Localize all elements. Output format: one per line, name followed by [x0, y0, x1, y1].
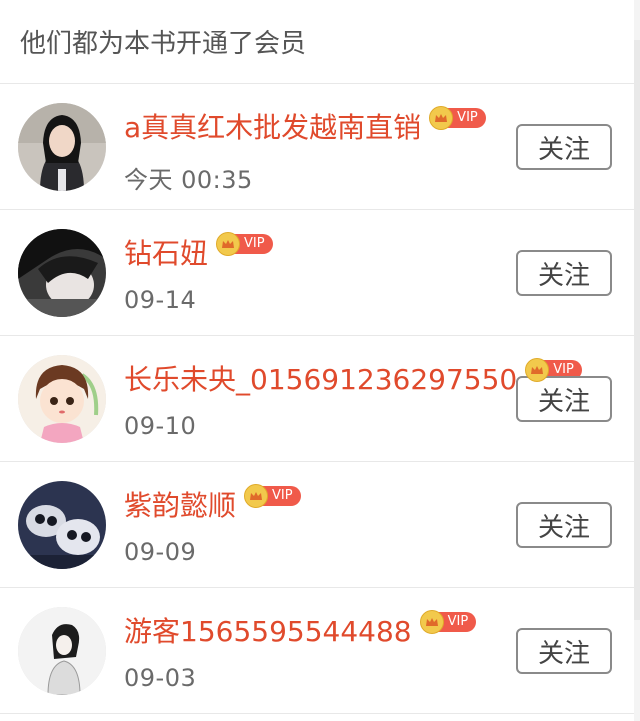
- vip-badge: VIP: [429, 106, 486, 130]
- member-name[interactable]: 游客1565595544488: [124, 610, 412, 650]
- page-header: 他们都为本书开通了会员: [0, 0, 640, 84]
- member-name[interactable]: a真真红木批发越南直销: [124, 106, 421, 146]
- member-name-line: a真真红木批发越南直销 VIP: [124, 106, 486, 146]
- crown-icon: [216, 232, 241, 256]
- member-date: 09-03: [124, 664, 197, 692]
- crown-icon: [419, 610, 444, 634]
- vip-badge: VIP: [419, 610, 477, 634]
- member-row[interactable]: 长乐未央_015691236297550 VIP 09-10 关注: [0, 336, 640, 462]
- avatar[interactable]: [18, 355, 106, 443]
- member-date: 09-14: [124, 286, 197, 314]
- crown-icon: [429, 106, 454, 130]
- avatar-photo-dark-hair: [18, 229, 106, 317]
- member-name[interactable]: 长乐未央_015691236297550: [124, 358, 517, 398]
- avatar-panda-puppies: [18, 481, 106, 569]
- member-name-line: 游客1565595544488 VIP: [124, 610, 477, 650]
- follow-button[interactable]: 关注: [516, 250, 612, 296]
- member-list: a真真红木批发越南直销 VIP 今天 00:35 关注 钻石妞 VIP 09-1…: [0, 84, 640, 714]
- avatar[interactable]: [18, 103, 106, 191]
- scrollbar[interactable]: [634, 0, 640, 721]
- member-name[interactable]: 紫韵懿顺: [124, 484, 236, 524]
- member-row[interactable]: 紫韵懿顺 VIP 09-09 关注: [0, 462, 640, 588]
- member-row[interactable]: a真真红木批发越南直销 VIP 今天 00:35 关注: [0, 84, 640, 210]
- member-name[interactable]: 钻石妞: [124, 232, 208, 272]
- vip-badge: VIP: [244, 484, 301, 508]
- avatar-sketch-girl: [18, 607, 106, 695]
- avatar-cartoon-girl: [18, 355, 106, 443]
- member-date: 今天 00:35: [124, 166, 253, 194]
- crown-icon: [244, 484, 269, 508]
- member-row[interactable]: 游客1565595544488 VIP 09-03 关注: [0, 588, 640, 714]
- scrollbar-thumb[interactable]: [634, 40, 640, 620]
- member-row[interactable]: 钻石妞 VIP 09-14 关注: [0, 210, 640, 336]
- member-name-line: 钻石妞 VIP: [124, 232, 273, 272]
- header-title: 他们都为本书开通了会员: [20, 29, 307, 59]
- member-date: 09-09: [124, 538, 197, 566]
- vip-badge: VIP: [216, 232, 273, 256]
- member-name-line: 长乐未央_015691236297550 VIP: [124, 358, 582, 398]
- follow-button[interactable]: 关注: [516, 502, 612, 548]
- follow-button[interactable]: 关注: [516, 376, 612, 422]
- member-date: 09-10: [124, 412, 197, 440]
- avatar[interactable]: [18, 481, 106, 569]
- member-name-line: 紫韵懿顺 VIP: [124, 484, 301, 524]
- avatar[interactable]: [18, 229, 106, 317]
- follow-button[interactable]: 关注: [516, 124, 612, 170]
- avatar-photo-girl: [18, 103, 106, 191]
- avatar[interactable]: [18, 607, 106, 695]
- follow-button[interactable]: 关注: [516, 628, 612, 674]
